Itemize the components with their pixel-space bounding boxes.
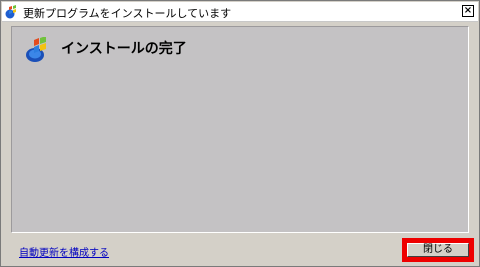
configure-auto-update-link[interactable]: 自動更新を構成する (19, 244, 109, 259)
update-dialog-window: 更新プログラムをインストールしています × インストールの完了 自動更新を構成す… (0, 0, 480, 267)
close-button-highlight: 閉じる (402, 238, 474, 262)
windows-update-icon (5, 4, 19, 19)
title-bar[interactable]: 更新プログラムをインストールしています × (2, 2, 478, 22)
window-title: 更新プログラムをインストールしています (23, 7, 232, 20)
close-icon: × (463, 5, 473, 16)
windows-logo-icon (25, 36, 51, 63)
content-panel: インストールの完了 (11, 26, 469, 233)
install-complete-heading: インストールの完了 (61, 41, 187, 57)
close-button[interactable]: 閉じる (407, 243, 469, 257)
close-window-button[interactable]: × (462, 5, 474, 17)
